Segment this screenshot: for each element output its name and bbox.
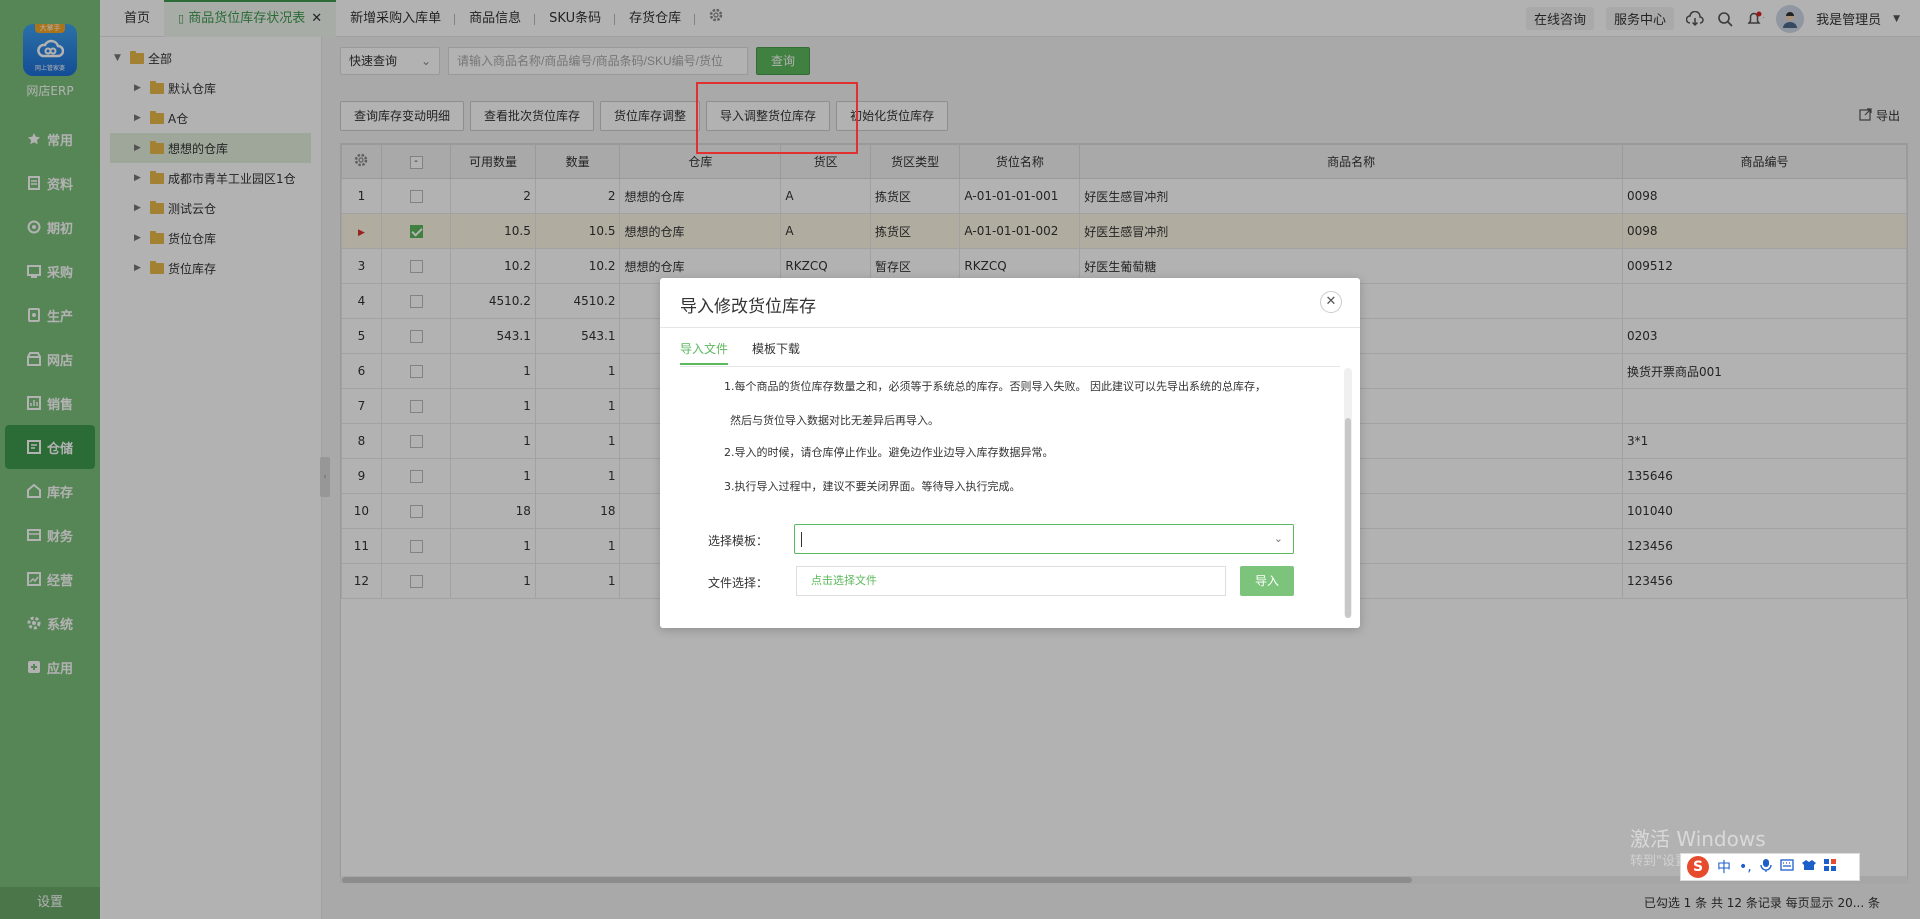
template-select[interactable]: ⌄	[794, 524, 1294, 554]
template-label: 选择模板：	[708, 534, 769, 548]
import-note: 2.导入的时候，请仓库停止作业。避免边作业边导入库存数据异常。	[724, 446, 1054, 459]
grid-menu-icon[interactable]	[1823, 859, 1836, 875]
scrollbar-thumb[interactable]	[1345, 418, 1351, 618]
sogou-icon: S	[1687, 856, 1709, 878]
file-label: 文件选择：	[708, 576, 769, 590]
tab-template-download[interactable]: 模板下载	[752, 340, 800, 365]
modal-tabs: 导入文件 模板下载	[680, 340, 800, 365]
punctuation-icon[interactable]: •,	[1739, 859, 1752, 875]
tab-import-file[interactable]: 导入文件	[680, 340, 729, 365]
modal-scrollbar[interactable]	[1344, 368, 1352, 618]
import-button[interactable]: 导入	[1240, 566, 1294, 596]
import-note: 3.执行导入过程中，建议不要关闭界面。等待导入执行完成。	[724, 480, 1021, 493]
ime-toolbar[interactable]: S 中 •,	[1680, 853, 1860, 881]
file-picker[interactable]: 点击选择文件	[796, 566, 1226, 596]
skin-icon[interactable]	[1801, 859, 1816, 875]
ime-language[interactable]: 中	[1717, 857, 1731, 877]
annotation-highlight-box	[696, 82, 858, 154]
keyboard-icon[interactable]	[1780, 859, 1794, 875]
chevron-down-icon[interactable]: ⌄	[1274, 532, 1283, 545]
modal-body: 1.每个商品的货位库存数量之和，必须等于系统总的库存。否则导入失败。 因此建议可…	[680, 368, 1352, 618]
close-icon[interactable]: ✕	[1320, 291, 1342, 313]
import-modal: 导入修改货位库存 ✕ 导入文件 模板下载 1.每个商品的货位库存数量之和，必须等…	[660, 278, 1360, 628]
modal-header: 导入修改货位库存 ✕	[660, 278, 1360, 328]
text-caret	[801, 532, 802, 547]
windows-activation-watermark: 激活 Windows	[1630, 827, 1766, 851]
import-note: 1.每个商品的货位库存数量之和，必须等于系统总的库存。否则导入失败。 因此建议可…	[724, 380, 1266, 393]
modal-title: 导入修改货位库存	[680, 297, 816, 317]
mic-icon[interactable]	[1760, 858, 1772, 876]
tab-divider	[680, 366, 1340, 367]
import-note: 然后与货位导入数据对比无差异后再导入。	[730, 414, 939, 427]
